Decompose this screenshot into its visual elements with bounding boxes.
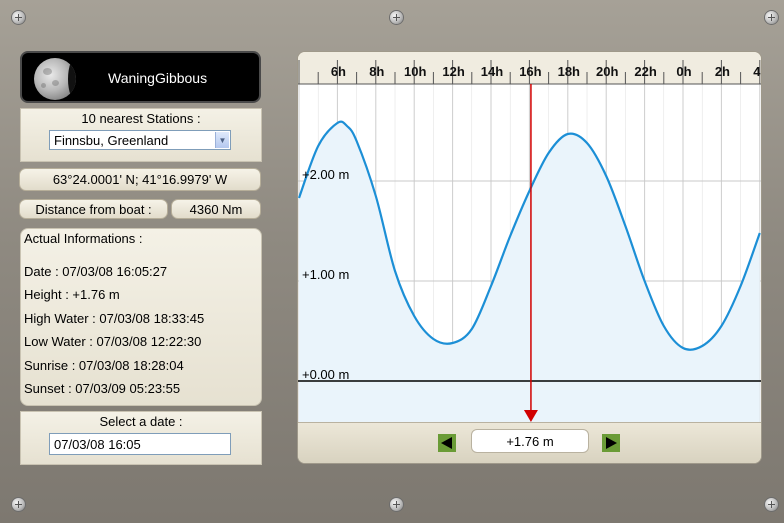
distance-label-box: Distance from boat : <box>19 199 168 219</box>
y-tick-label: +2.00 m <box>302 167 349 182</box>
y-tick-label: +1.00 m <box>302 267 349 282</box>
screw-icon <box>12 11 25 24</box>
x-tick-label: 6h <box>331 64 346 79</box>
left-arrow-icon[interactable] <box>438 434 456 452</box>
x-tick-label: 16h <box>519 64 541 79</box>
screw-icon <box>12 498 25 511</box>
x-tick-label: 10h <box>404 64 426 79</box>
info-low-water: Low Water : 07/03/08 12:22:30 <box>24 334 202 349</box>
x-tick-label: 8h <box>369 64 384 79</box>
tide-chart: 6h 8h 10h 12h 14h 16h 18h 20h 22h 0h 2h 4h +2.00 m +1… <box>297 51 762 464</box>
stations-label: 10 nearest Stations : <box>81 111 201 126</box>
distance-value: 4360 Nm <box>189 201 243 217</box>
screw-icon <box>390 11 403 24</box>
chevron-down-icon[interactable]: ▼ <box>215 132 229 148</box>
x-tick-label: 0h <box>676 64 691 79</box>
info-title: Actual Informations : <box>24 231 143 246</box>
distance-label: Distance from boat : <box>35 201 152 217</box>
x-tick-label: 18h <box>558 64 580 79</box>
info-sunrise: Sunrise : 07/03/08 18:28:04 <box>24 358 184 373</box>
right-arrow-icon[interactable] <box>602 434 620 452</box>
x-tick-label: 2h <box>715 64 730 79</box>
tide-chart-svg[interactable]: 6h 8h 10h 12h 14h 16h 18h 20h 22h 0h 2h 4h +2.00 m +1… <box>298 52 761 422</box>
x-tick-label: 20h <box>596 64 618 79</box>
coordinates-field: 63°24.0001' N; 41°16.9979' W <box>19 168 261 191</box>
info-height: Height : +1.76 m <box>24 287 120 302</box>
info-high-water: High Water : 07/03/08 18:33:45 <box>24 311 205 326</box>
screw-icon <box>390 498 403 511</box>
x-tick-label: 22h <box>634 64 656 79</box>
station-select[interactable]: Finnsbu, Greenland ▼ <box>49 130 231 150</box>
date-select-panel: Select a date : <box>20 411 262 465</box>
date-input[interactable] <box>49 433 231 455</box>
tide-value-text: +1.76 m <box>506 433 554 449</box>
info-sunset: Sunset : 07/03/09 05:23:55 <box>24 381 181 396</box>
tide-value-readout: +1.76 m <box>471 429 589 453</box>
coordinates-value: 63°24.0001' N; 41°16.9979' W <box>52 172 228 187</box>
x-tick-label: 4h <box>753 64 761 79</box>
chart-controls: +1.76 m <box>298 422 761 463</box>
screw-icon <box>765 11 778 24</box>
x-tick-label: 12h <box>442 64 464 79</box>
distance-value-box: 4360 Nm <box>171 199 261 219</box>
info-date: Date : 07/03/08 16:05:27 <box>24 264 168 279</box>
stations-panel: 10 nearest Stations : Finnsbu, Greenland… <box>20 108 262 162</box>
moon-phase-label: WaningGibbous <box>108 70 208 86</box>
moon-phase-panel: WaningGibbous <box>20 51 261 103</box>
y-tick-label: +0.00 m <box>302 367 349 382</box>
screw-icon <box>765 498 778 511</box>
info-panel: Actual Informations : Date : 07/03/08 16… <box>20 228 262 406</box>
x-tick-label: 14h <box>481 64 503 79</box>
date-select-label: Select a date : <box>99 414 183 429</box>
moon-phase-icon <box>34 58 76 100</box>
station-select-value: Finnsbu, Greenland <box>54 133 169 148</box>
